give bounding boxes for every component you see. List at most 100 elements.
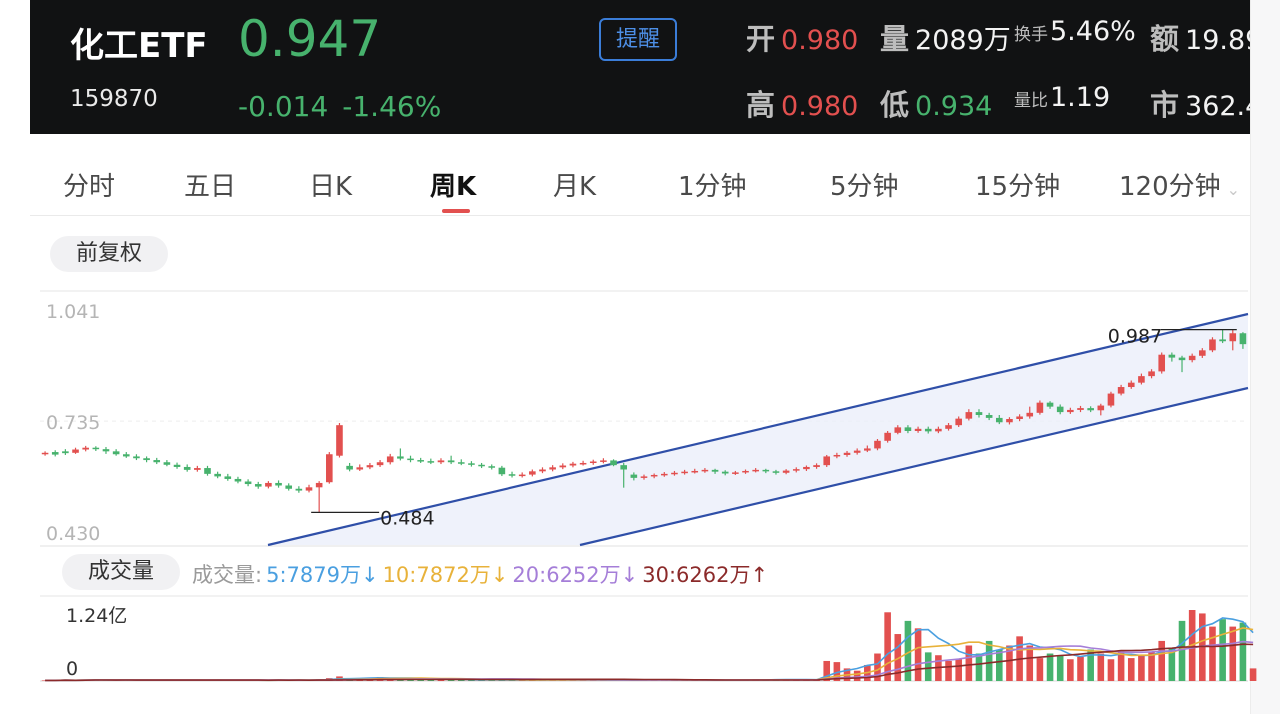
- candle-body: [945, 425, 952, 429]
- candle-body: [721, 471, 729, 474]
- candle-body: [600, 460, 607, 462]
- candle-body: [843, 452, 851, 455]
- low-marker-label: 0.484: [380, 507, 434, 529]
- volume-bar: [955, 659, 962, 681]
- candle-body: [1067, 409, 1074, 413]
- kline-y-label: 1.041: [46, 301, 100, 323]
- candle-body: [772, 471, 780, 473]
- candle-body: [244, 481, 252, 485]
- candle-body: [924, 428, 932, 432]
- candle-body: [1056, 406, 1064, 413]
- candle-body: [1199, 350, 1206, 356]
- candle-body: [864, 448, 871, 451]
- candle-body: [346, 465, 353, 470]
- candle-body: [41, 452, 49, 455]
- candle-body: [417, 460, 424, 462]
- volume-bar: [1077, 656, 1084, 681]
- candle-body: [539, 469, 546, 472]
- candle-body: [1138, 376, 1145, 383]
- candle-body: [275, 482, 282, 486]
- candle-body: [122, 454, 130, 457]
- candle-body: [1188, 355, 1196, 361]
- candle-body: [935, 428, 942, 432]
- candle-body: [559, 465, 567, 468]
- candle-body: [72, 449, 79, 453]
- candle-body: [569, 463, 577, 466]
- volume-ma30: 30:6262万↑: [642, 563, 769, 587]
- volume-bar: [1117, 651, 1125, 681]
- volume-bar: [1046, 653, 1054, 681]
- volume-bar: [1148, 652, 1155, 681]
- candle-body: [711, 469, 719, 472]
- candle-body: [1046, 402, 1054, 407]
- candle-body: [833, 454, 841, 457]
- candle-body: [457, 462, 465, 464]
- volume-bar: [914, 628, 922, 681]
- candle-body: [823, 456, 831, 466]
- volume-bar: [1056, 655, 1064, 681]
- candle-body: [1158, 354, 1166, 372]
- candle-body: [234, 478, 242, 482]
- candle-body: [1239, 333, 1247, 345]
- candle-body: [589, 461, 597, 464]
- candle-body: [894, 427, 902, 433]
- volume-ma10: 10:7872万↓: [382, 563, 509, 587]
- candle-body: [407, 458, 414, 461]
- volume-legend-prefix: 成交量:: [192, 563, 263, 587]
- volume-bar: [1219, 619, 1226, 681]
- volume-bar: [1127, 658, 1135, 681]
- candle-body: [752, 469, 759, 472]
- volume-bar: [1249, 668, 1257, 681]
- volume-bar: [1107, 659, 1115, 681]
- candle-body: [468, 463, 475, 465]
- volume-ma20: 20:6252万↓: [512, 563, 639, 587]
- candle-body: [965, 412, 973, 419]
- candle-body: [153, 460, 161, 463]
- candle-body: [386, 456, 394, 463]
- candle-body: [397, 456, 404, 459]
- candle-body: [1077, 408, 1084, 410]
- candle-body: [336, 425, 343, 456]
- volume-bar: [1097, 653, 1105, 681]
- candle-body: [376, 462, 384, 466]
- candle-body: [437, 460, 445, 463]
- candle-body: [782, 470, 790, 473]
- volume-legend: 成交量: 5:7879万↓ 10:7872万↓ 20:6252万↓ 30:6262万↑: [192, 559, 772, 589]
- volume-bar: [985, 640, 993, 681]
- candle-body: [549, 467, 556, 470]
- volume-bar: [924, 652, 932, 681]
- candle-body: [620, 465, 627, 470]
- candle-body: [427, 461, 435, 463]
- volume-bar: [1158, 640, 1166, 681]
- candle-body: [792, 469, 800, 471]
- candle-body: [133, 456, 140, 459]
- candle-body: [874, 440, 881, 449]
- candle-body: [224, 476, 232, 479]
- candle-body: [254, 484, 262, 487]
- candle-body: [295, 488, 303, 491]
- candle-body: [447, 460, 455, 463]
- volume-indicator-button[interactable]: 成交量: [62, 554, 180, 590]
- candle-body: [173, 464, 181, 467]
- candle-body: [183, 466, 191, 470]
- candle-body: [1026, 412, 1034, 417]
- volume-y-zero-label: 0: [66, 658, 78, 680]
- volume-bar: [965, 645, 973, 681]
- candle-body: [315, 482, 323, 488]
- volume-bar: [1209, 626, 1216, 681]
- candle-body: [803, 466, 810, 470]
- volume-ma5: 5:7879万↓: [266, 563, 379, 587]
- kline-y-label: 0.430: [46, 523, 100, 545]
- volume-bar: [1178, 620, 1186, 681]
- candle-body: [661, 473, 668, 476]
- volume-bar: [853, 670, 861, 681]
- candle-body: [650, 474, 658, 477]
- candle-body: [112, 451, 120, 455]
- candle-body: [143, 458, 150, 461]
- candle-body: [630, 474, 638, 478]
- candle-body: [995, 417, 1003, 423]
- candle-body: [579, 462, 587, 465]
- candle-body: [305, 487, 313, 491]
- candle-body: [1036, 402, 1044, 413]
- candle-body: [640, 476, 648, 478]
